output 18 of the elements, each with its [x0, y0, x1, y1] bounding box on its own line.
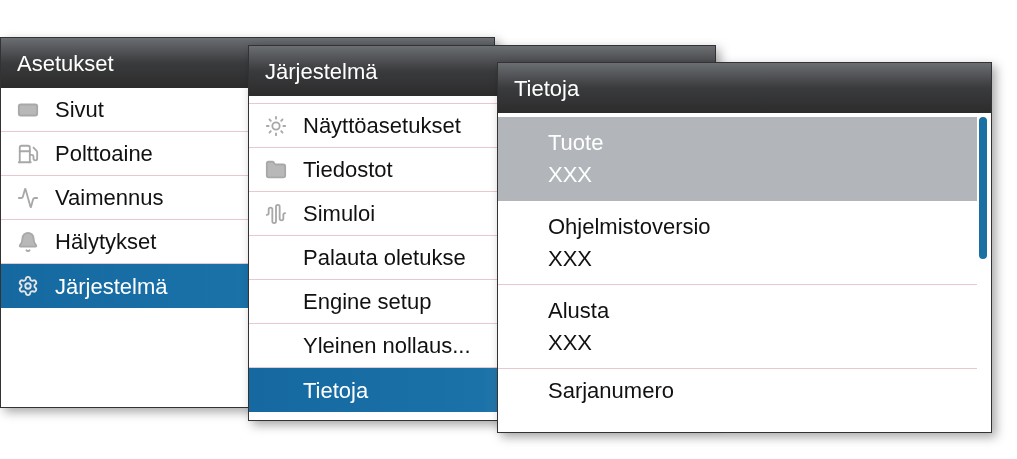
info-label: Alusta	[548, 296, 611, 325]
fuel-pump-icon	[17, 142, 39, 165]
info-item[interactable]: Alusta XXX	[498, 285, 977, 369]
panel-title: Asetukset	[17, 49, 114, 78]
wave-icon	[265, 202, 287, 225]
bell-icon	[17, 230, 39, 253]
sun-icon	[265, 114, 287, 137]
info-value: XXX	[548, 328, 594, 357]
panel-title: Järjestelmä	[265, 57, 378, 86]
panel-title: Tietoja	[514, 74, 580, 103]
scrollbar[interactable]	[979, 117, 987, 259]
info-label: Sarjanumero	[548, 377, 675, 405]
info-item[interactable]: Ohjelmistoversio XXX	[498, 201, 977, 285]
folder-icon	[265, 158, 287, 181]
graph-icon	[17, 186, 39, 209]
info-value: XXX	[548, 244, 594, 273]
info-value: XXX	[548, 161, 594, 189]
settings-icon	[17, 275, 39, 297]
